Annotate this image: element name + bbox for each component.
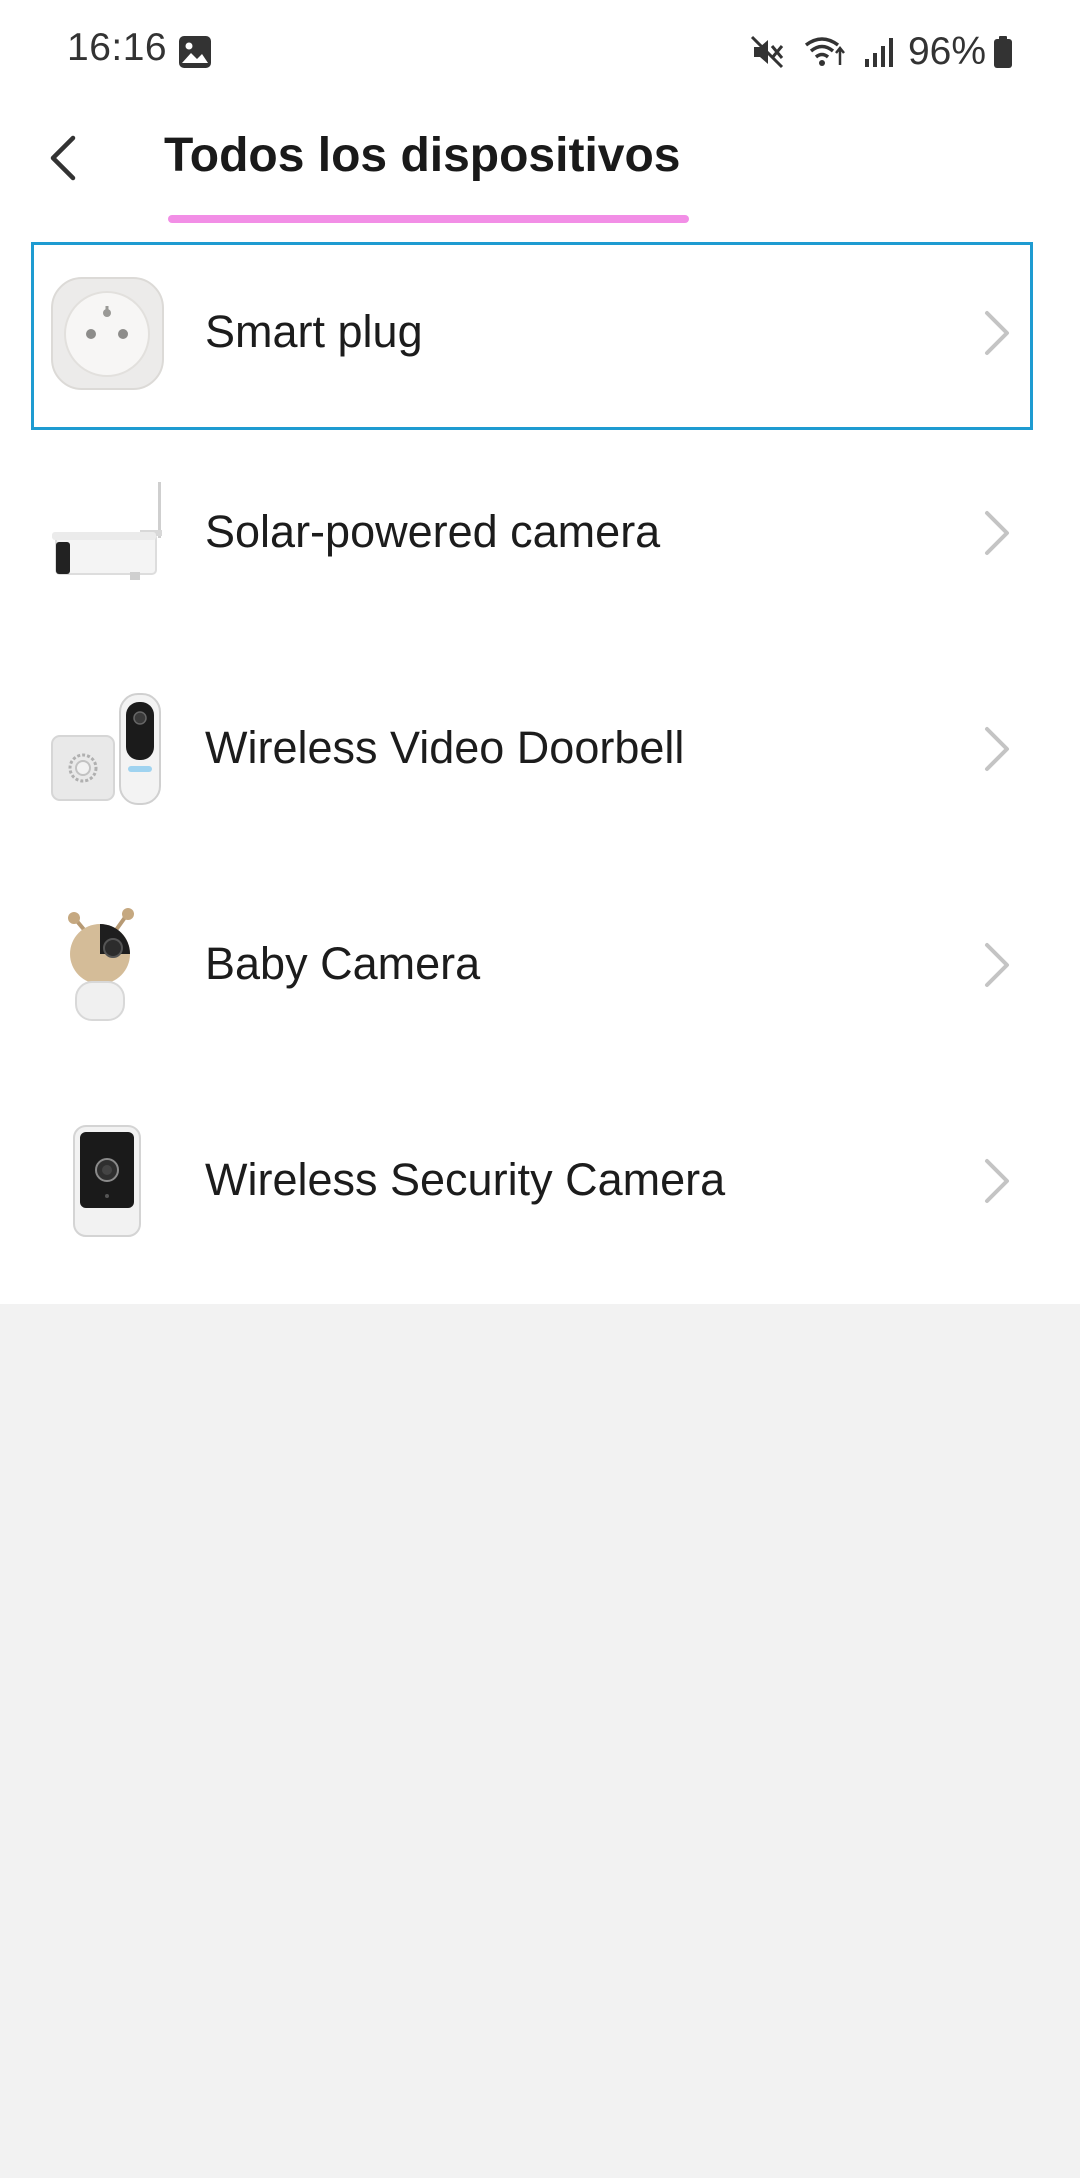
device-row-baby-camera[interactable]: Baby Camera [0, 858, 1080, 1074]
baby-camera-icon [50, 908, 165, 1023]
solar-camera-icon [50, 476, 165, 591]
doorbell-icon [50, 692, 165, 807]
battery-percent: 96% [907, 30, 986, 73]
device-label: Solar-powered camera [205, 506, 661, 557]
device-row-security-camera[interactable]: Wireless Security Camera [0, 1074, 1080, 1290]
security-camera-icon [50, 1124, 165, 1239]
gallery-icon [179, 36, 211, 68]
chevron-right-icon [985, 511, 1009, 555]
device-list: Smart plug Solar-powered camera Wireless… [0, 240, 1080, 1290]
chevron-right-icon [985, 943, 1009, 987]
chevron-right-icon [985, 1159, 1009, 1203]
status-time: 16:16 [67, 26, 168, 69]
wifi-icon [804, 37, 845, 66]
back-button[interactable] [30, 118, 94, 198]
device-row-doorbell[interactable]: Wireless Video Doorbell [0, 642, 1080, 858]
signal-icon [864, 38, 893, 67]
header: Todos los dispositivos [0, 104, 1080, 234]
device-label: Wireless Video Doorbell [205, 722, 685, 773]
smart-plug-icon [50, 276, 165, 391]
device-row-smart-plug[interactable]: Smart plug [0, 240, 1080, 430]
chevron-left-icon [50, 135, 76, 181]
chevron-right-icon [985, 311, 1009, 355]
device-label: Smart plug [205, 306, 423, 357]
page-title: Todos los dispositivos [164, 129, 681, 182]
device-row-solar-camera[interactable]: Solar-powered camera [0, 426, 1080, 642]
device-label: Baby Camera [205, 938, 481, 989]
device-label: Wireless Security Camera [205, 1154, 726, 1205]
title-underline [168, 215, 689, 223]
battery-icon [994, 36, 1012, 68]
screen: 16:16 96% Todos los dispositivos Smart p… [0, 0, 1080, 2178]
status-bar: 16:16 96% [0, 0, 1080, 104]
mute-icon [750, 35, 784, 69]
status-icons: 96% [750, 26, 1014, 78]
chevron-right-icon [985, 727, 1009, 771]
